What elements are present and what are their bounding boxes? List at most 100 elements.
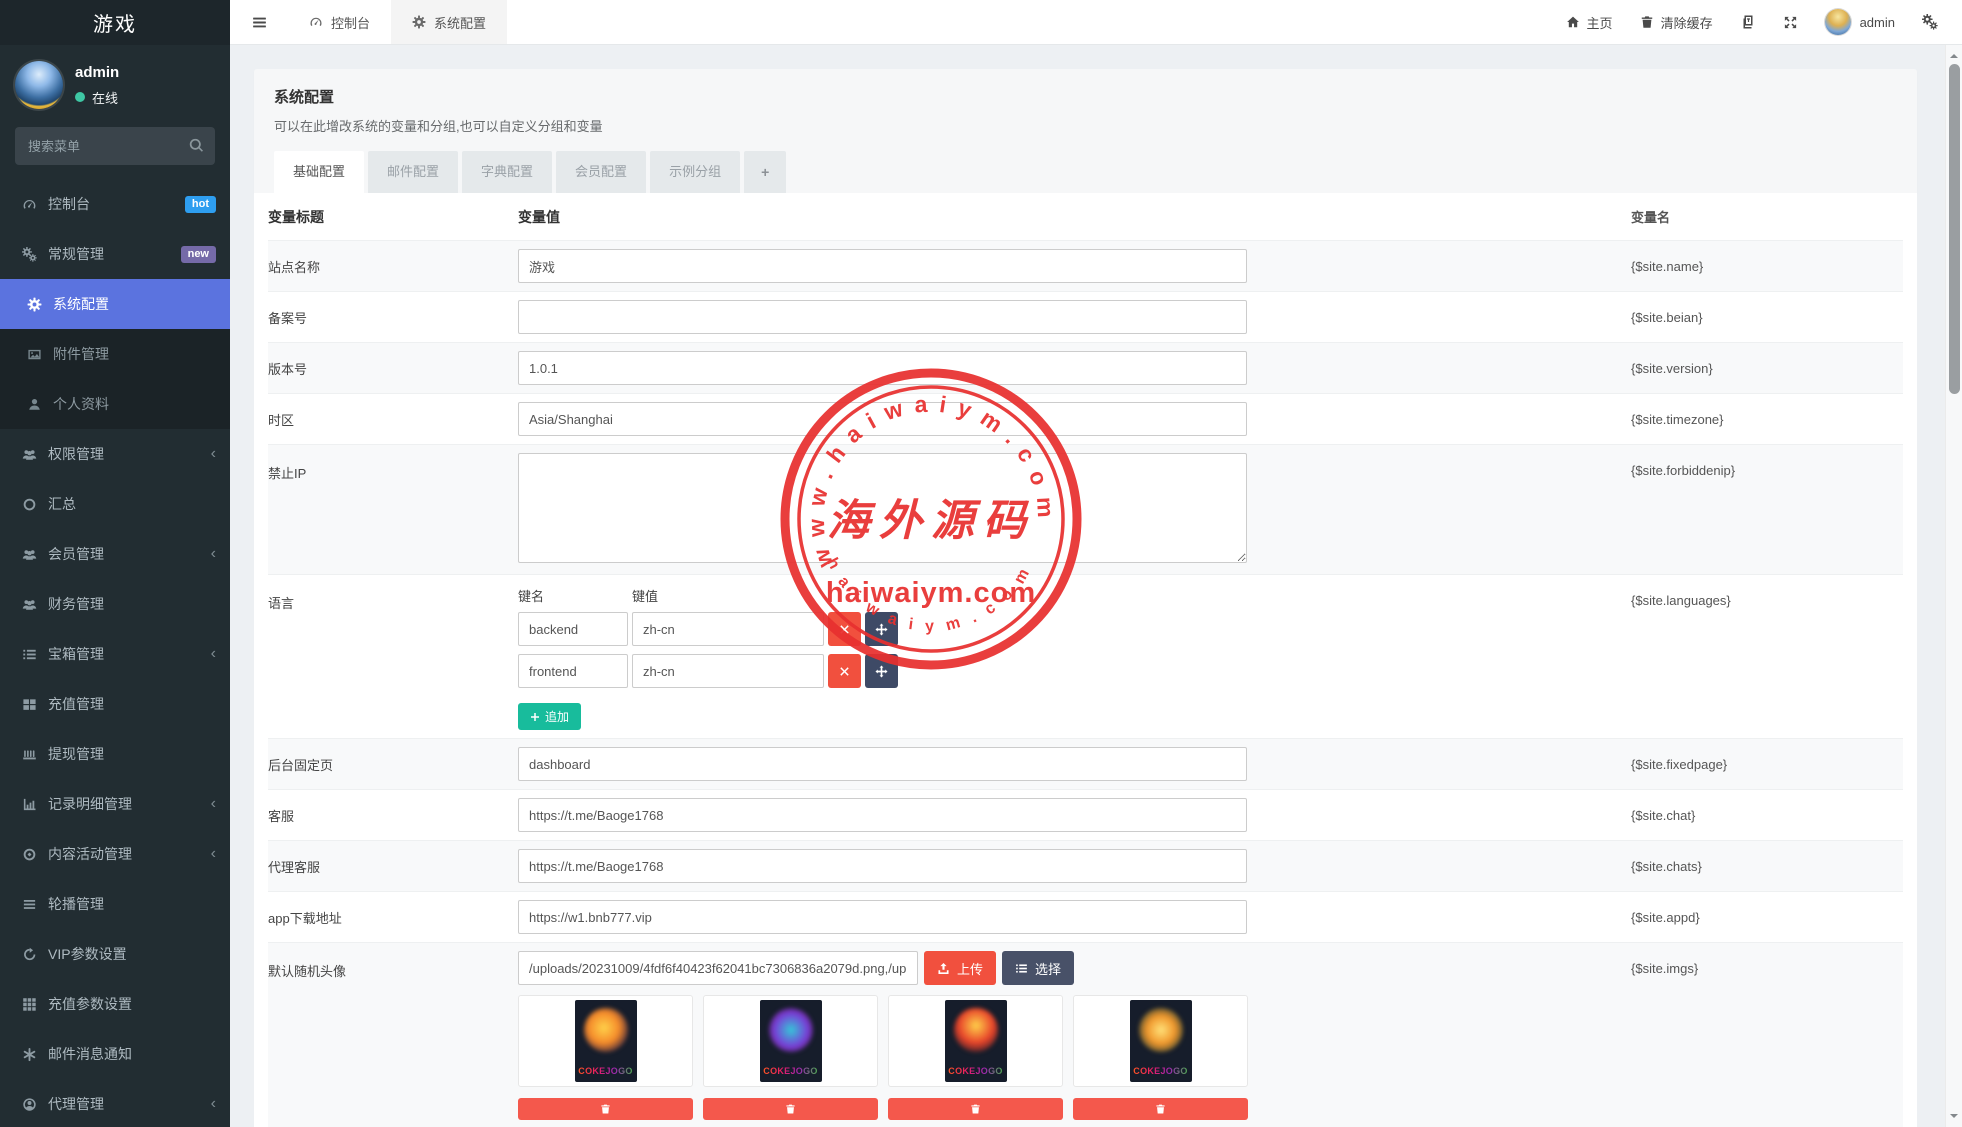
drag-language-button[interactable] (865, 612, 898, 646)
beian-input[interactable] (518, 300, 1247, 334)
th-large-icon (22, 697, 37, 712)
timezone-input[interactable] (518, 402, 1247, 436)
remove-language-button[interactable] (828, 612, 861, 646)
chat-input[interactable] (518, 798, 1247, 832)
user-icon (27, 397, 42, 412)
choose-button[interactable]: 选择 (1002, 951, 1074, 985)
sidebar-item-label: 附件管理 (53, 344, 216, 364)
append-language-button[interactable]: 追加 (518, 703, 581, 730)
fixedpage-input[interactable] (518, 747, 1247, 781)
variable-name: {$site.chat} (1631, 808, 1903, 823)
sidebar-item-chest[interactable]: 宝箱管理 ‹ (0, 629, 230, 679)
col-header-title: 变量标题 (268, 207, 518, 227)
gear-icon (27, 297, 42, 312)
withdraw-icon (22, 747, 37, 762)
sidebar-item-vip[interactable]: VIP参数设置 (0, 929, 230, 979)
tab-member[interactable]: 会员配置 (556, 151, 646, 193)
avatar-thumb-image[interactable]: COKEJOGO (1073, 995, 1248, 1087)
drag-language-button[interactable] (865, 654, 898, 688)
avatar-paths-input[interactable] (518, 951, 918, 985)
thumb-brand-text: COKEJOGO (578, 1066, 632, 1076)
avatar-thumb-image[interactable]: COKEJOGO (518, 995, 693, 1087)
vertical-scrollbar[interactable] (1945, 45, 1962, 1127)
avatar-thumb-image[interactable]: COKEJOGO (703, 995, 878, 1087)
user-status-label: 在线 (92, 88, 118, 107)
scroll-down-arrow-icon[interactable] (1950, 1114, 1958, 1122)
sidebar-item-finance[interactable]: 财务管理 (0, 579, 230, 629)
tab-add-group[interactable]: + (744, 151, 786, 193)
user-menu[interactable]: admin (1825, 9, 1895, 35)
tab-dict[interactable]: 字典配置 (462, 151, 552, 193)
search-icon[interactable] (189, 138, 204, 153)
top-navbar: 控制台 系统配置 主页 清除缓存 admin (230, 0, 1962, 45)
tab-console-label: 控制台 (331, 13, 370, 32)
sidebar-item-recharge[interactable]: 充值管理 (0, 679, 230, 729)
sidebar-item-label: 充值参数设置 (48, 994, 216, 1014)
sidebar-item-member[interactable]: 会员管理 ‹ (0, 529, 230, 579)
sidebar-item-mail-notify[interactable]: 邮件消息通知 (0, 1029, 230, 1079)
users-icon (22, 597, 37, 612)
tab-sysconfig[interactable]: 系统配置 (391, 0, 507, 44)
language-button[interactable] (1740, 14, 1756, 30)
dashboard-icon (22, 197, 37, 212)
chevron-left-icon: ‹ (211, 845, 216, 863)
scrollbar-thumb[interactable] (1949, 64, 1960, 394)
sidebar-item-summary[interactable]: 汇总 (0, 479, 230, 529)
sidebar-item-general[interactable]: 常规管理 new (0, 229, 230, 279)
delete-thumb-button[interactable] (1073, 1098, 1248, 1120)
sidebar-item-records[interactable]: 记录明细管理 ‹ (0, 779, 230, 829)
sidebar-item-withdraw[interactable]: 提现管理 (0, 729, 230, 779)
home-link[interactable]: 主页 (1566, 13, 1613, 32)
sidebar-item-sysconfig[interactable]: 系统配置 (0, 279, 230, 329)
delete-thumb-button[interactable] (518, 1098, 693, 1120)
tab-sample[interactable]: 示例分组 (650, 151, 740, 193)
language-value-input[interactable] (632, 612, 824, 646)
row-version: 版本号 {$site.version} (268, 342, 1903, 393)
delete-thumb-button[interactable] (888, 1098, 1063, 1120)
sidebar-item-recharge-params[interactable]: 充值参数设置 (0, 979, 230, 1029)
tab-basic[interactable]: 基础配置 (274, 151, 364, 193)
trash-icon (785, 1103, 796, 1115)
circle-icon (22, 497, 37, 512)
sidebar-item-profile[interactable]: 个人资料 (0, 379, 230, 429)
sidebar-item-label: 记录明细管理 (48, 794, 203, 814)
remove-language-button[interactable] (828, 654, 861, 688)
upload-button[interactable]: 上传 (924, 951, 996, 985)
language-value-input[interactable] (632, 654, 824, 688)
sidebar-item-agent[interactable]: 代理管理 ‹ (0, 1079, 230, 1127)
site-name-input[interactable] (518, 249, 1247, 283)
game-art-image: COKEJOGO (760, 1000, 822, 1082)
sidebar-item-carousel[interactable]: 轮播管理 (0, 879, 230, 929)
scroll-up-arrow-icon[interactable] (1950, 50, 1958, 58)
user-circle-icon (22, 1097, 37, 1112)
agent-chat-input[interactable] (518, 849, 1247, 883)
avatar-thumb-image[interactable]: COKEJOGO (888, 995, 1063, 1087)
clear-cache-link[interactable]: 清除缓存 (1640, 13, 1713, 32)
app-download-input[interactable] (518, 900, 1247, 934)
search-input[interactable] (15, 127, 215, 165)
sidebar-item-auth[interactable]: 权限管理 ‹ (0, 429, 230, 479)
tab-email[interactable]: 邮件配置 (368, 151, 458, 193)
settings-button[interactable] (1922, 14, 1938, 30)
users-icon (22, 447, 37, 462)
bars-icon (22, 897, 37, 912)
field-label: 禁止IP (268, 453, 518, 482)
sidebar-menu: 控制台 hot 常规管理 new 系统配置 附件管理 个人资料 权限管理 ‹ 汇… (0, 179, 230, 1127)
fullscreen-button[interactable] (1783, 15, 1798, 30)
sidebar-item-attachment[interactable]: 附件管理 (0, 329, 230, 379)
language-subheaders: 键名 键值 (518, 586, 1631, 605)
user-avatar[interactable] (15, 61, 63, 109)
language-key-input[interactable] (518, 612, 628, 646)
row-timezone: 时区 {$site.timezone} (268, 393, 1903, 444)
brand-logo[interactable]: 游戏 (0, 0, 230, 45)
sidebar-item-content[interactable]: 内容活动管理 ‹ (0, 829, 230, 879)
sidebar-item-console[interactable]: 控制台 hot (0, 179, 230, 229)
language-key-input[interactable] (518, 654, 628, 688)
version-input[interactable] (518, 351, 1247, 385)
language-row (518, 654, 1631, 688)
avatar-thumb: COKEJOGO (1073, 995, 1248, 1120)
menu-toggle-button[interactable] (230, 0, 288, 44)
delete-thumb-button[interactable] (703, 1098, 878, 1120)
forbidden-ip-textarea[interactable] (518, 453, 1247, 563)
tab-console[interactable]: 控制台 (288, 0, 391, 44)
